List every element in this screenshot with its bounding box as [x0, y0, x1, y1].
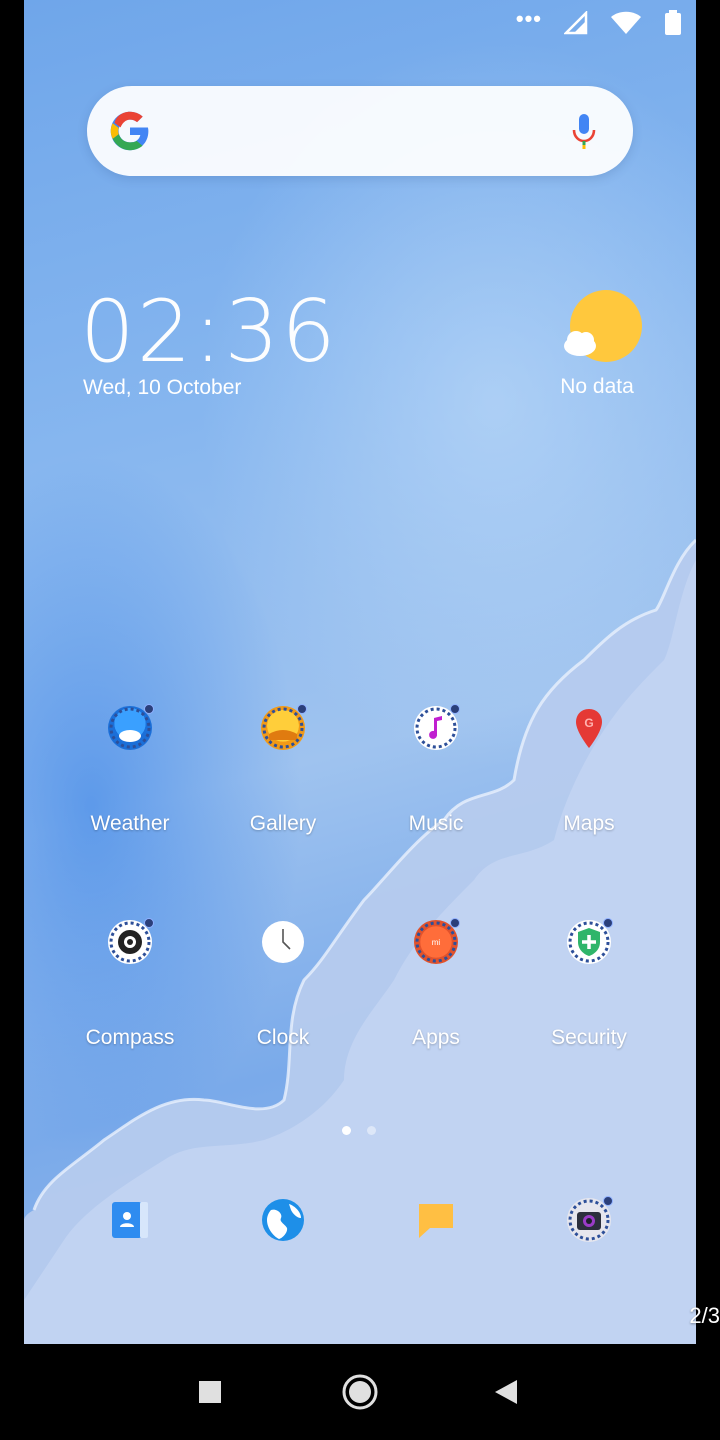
weather-status[interactable]: No data — [554, 375, 640, 399]
battery-icon — [665, 10, 681, 35]
mic-icon[interactable] — [571, 112, 597, 152]
app-label: Compass — [85, 1026, 175, 1049]
recents-square-icon[interactable] — [162, 1344, 258, 1440]
security-shield-icon — [567, 918, 613, 964]
wifi-icon — [611, 11, 641, 34]
weather-icon — [108, 704, 154, 750]
music-icon — [414, 704, 460, 750]
navigation-bar — [0, 1344, 720, 1440]
app-label: Clock — [256, 1026, 310, 1049]
maps-pin-icon: G — [576, 709, 602, 748]
page-dots — [342, 1126, 376, 1135]
gallery-icon — [261, 704, 307, 750]
more-dots-icon: ••• — [515, 6, 542, 31]
wallpaper-wave — [24, 538, 696, 1344]
mi-apps-icon: mi — [414, 918, 460, 964]
app-label: Weather — [90, 812, 170, 835]
sun-cloud-icon[interactable] — [558, 288, 648, 368]
home-circle-icon[interactable] — [312, 1344, 408, 1440]
svg-text:mi: mi — [432, 938, 441, 947]
compass-icon — [108, 918, 154, 964]
messages-icon[interactable] — [414, 1198, 458, 1242]
google-search-bar[interactable] — [87, 86, 633, 176]
browser-globe-icon[interactable] — [261, 1198, 305, 1242]
svg-text:G: G — [584, 716, 593, 730]
app-label: Security — [551, 1026, 627, 1049]
clock-icon — [262, 921, 304, 963]
app-label: Gallery — [249, 812, 317, 835]
contacts-icon[interactable] — [108, 1198, 152, 1242]
app-label: Apps — [412, 1026, 460, 1049]
page-dot-active[interactable] — [342, 1126, 351, 1135]
page-indicator: 2/3 — [689, 1303, 720, 1328]
app-label: Music — [408, 812, 464, 835]
signal-icon — [564, 11, 588, 35]
app-label: Maps — [563, 812, 615, 835]
clock-date[interactable]: Wed, 10 October — [83, 376, 241, 400]
clock-time[interactable]: 02:36 — [80, 282, 338, 382]
home-screen: ••• 02:36 Wed, 10 October No data Weathe… — [24, 0, 696, 1344]
google-logo-icon — [110, 111, 149, 151]
back-triangle-icon[interactable] — [458, 1344, 554, 1440]
search-input[interactable] — [167, 106, 547, 156]
camera-icon[interactable] — [567, 1196, 613, 1242]
page-dot[interactable] — [367, 1126, 376, 1135]
status-bar: ••• — [516, 8, 682, 38]
